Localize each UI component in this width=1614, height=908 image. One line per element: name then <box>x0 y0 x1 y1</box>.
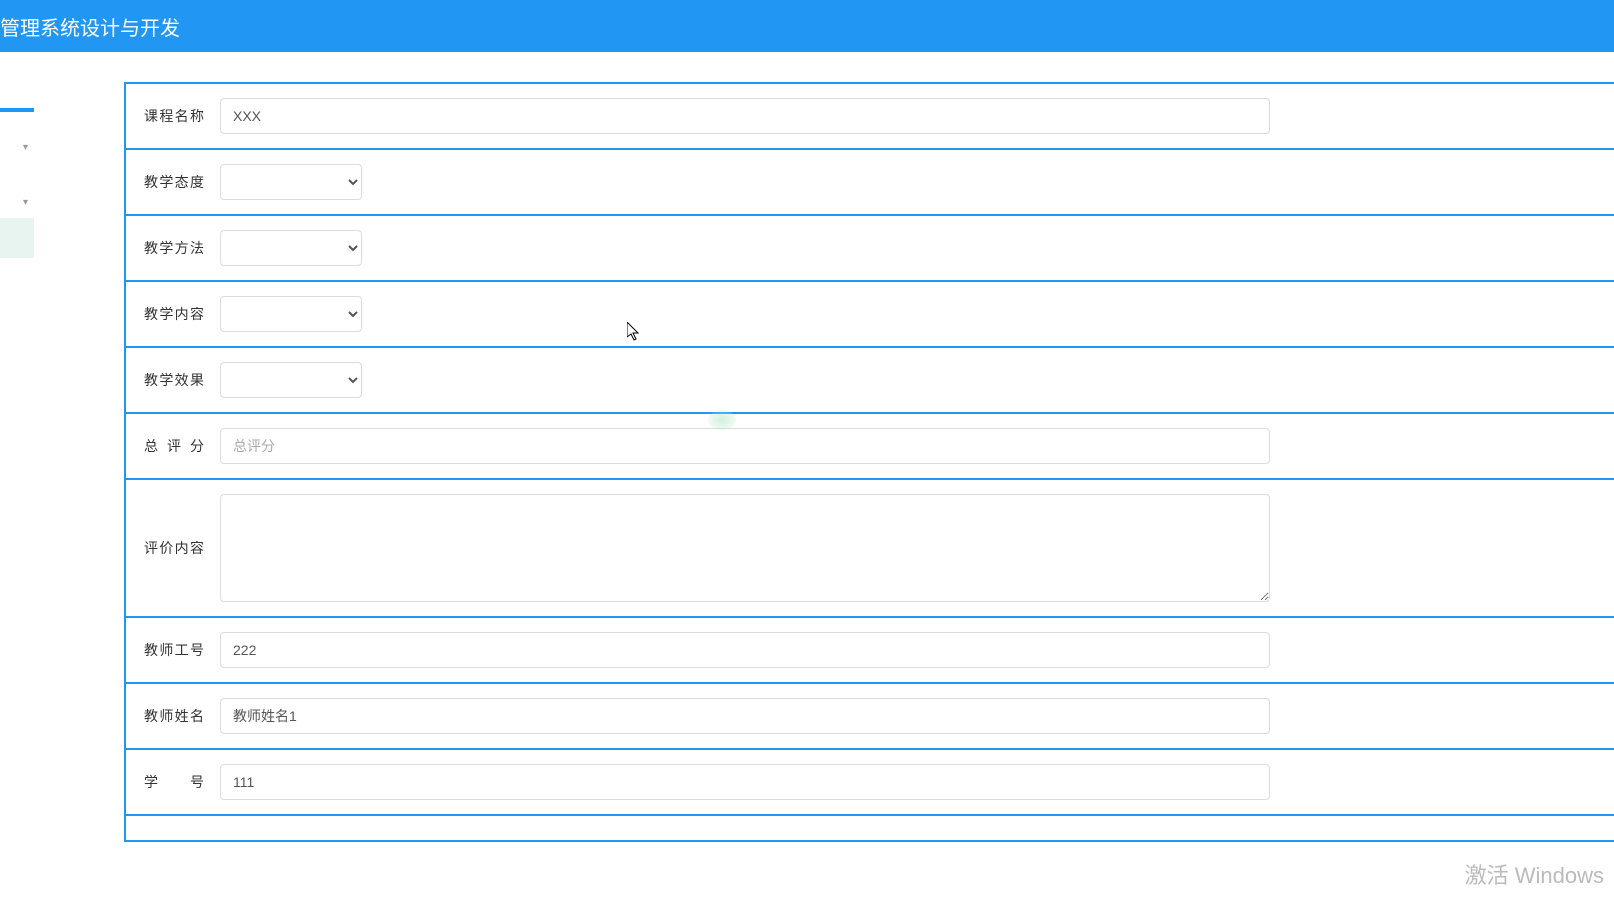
teaching-attitude-select[interactable] <box>220 164 362 200</box>
teaching-method-select[interactable] <box>220 230 362 266</box>
main-container: ▾ ▾ 课程名称 教学态度 教学方法 <box>0 52 1614 908</box>
student-id-label: 学号 <box>144 772 204 792</box>
sidebar-marker <box>0 108 34 112</box>
form-row-teaching-method: 教学方法 <box>126 216 1614 282</box>
teaching-attitude-label: 教学态度 <box>144 172 204 192</box>
sidebar-selected-item[interactable] <box>0 218 34 258</box>
form-row-teacher-name: 教师姓名 <box>126 684 1614 750</box>
form-row-teaching-attitude: 教学态度 <box>126 150 1614 216</box>
form-row-course-name: 课程名称 <box>126 84 1614 150</box>
total-score-input[interactable] <box>220 428 1270 464</box>
windows-watermark: 激活 Windows <box>1465 858 1604 890</box>
chevron-down-icon[interactable]: ▾ <box>23 197 28 208</box>
total-score-label: 总评分 <box>144 436 204 456</box>
teaching-effect-select[interactable] <box>220 362 362 398</box>
form-row-teaching-effect: 教学效果 <box>126 348 1614 414</box>
form-row-student-id: 学号 <box>126 750 1614 816</box>
sidebar: ▾ ▾ <box>0 52 34 908</box>
app-header: 管理系统设计与开发 <box>0 0 1614 52</box>
course-name-label: 课程名称 <box>144 106 204 126</box>
form-row-teacher-id: 教师工号 <box>126 618 1614 684</box>
teaching-effect-label: 教学效果 <box>144 370 204 390</box>
content-area: 课程名称 教学态度 教学方法 教学内容 <box>34 52 1614 908</box>
evaluation-content-label: 评价内容 <box>144 538 204 558</box>
form-row-total-score: 总评分 <box>126 414 1614 480</box>
student-id-input[interactable] <box>220 764 1270 800</box>
teacher-id-input[interactable] <box>220 632 1270 668</box>
app-title: 管理系统设计与开发 <box>0 12 180 41</box>
form-row-teaching-content: 教学内容 <box>126 282 1614 348</box>
form-panel: 课程名称 教学态度 教学方法 教学内容 <box>124 82 1614 842</box>
course-name-input[interactable] <box>220 98 1270 134</box>
teacher-name-input[interactable] <box>220 698 1270 734</box>
form-row-evaluation-content: 评价内容 <box>126 480 1614 618</box>
teacher-id-label: 教师工号 <box>144 640 204 660</box>
teaching-method-label: 教学方法 <box>144 238 204 258</box>
teacher-name-label: 教师姓名 <box>144 706 204 726</box>
teaching-content-label: 教学内容 <box>144 304 204 324</box>
teaching-content-select[interactable] <box>220 296 362 332</box>
chevron-down-icon[interactable]: ▾ <box>23 142 28 153</box>
evaluation-content-textarea[interactable] <box>220 494 1270 602</box>
